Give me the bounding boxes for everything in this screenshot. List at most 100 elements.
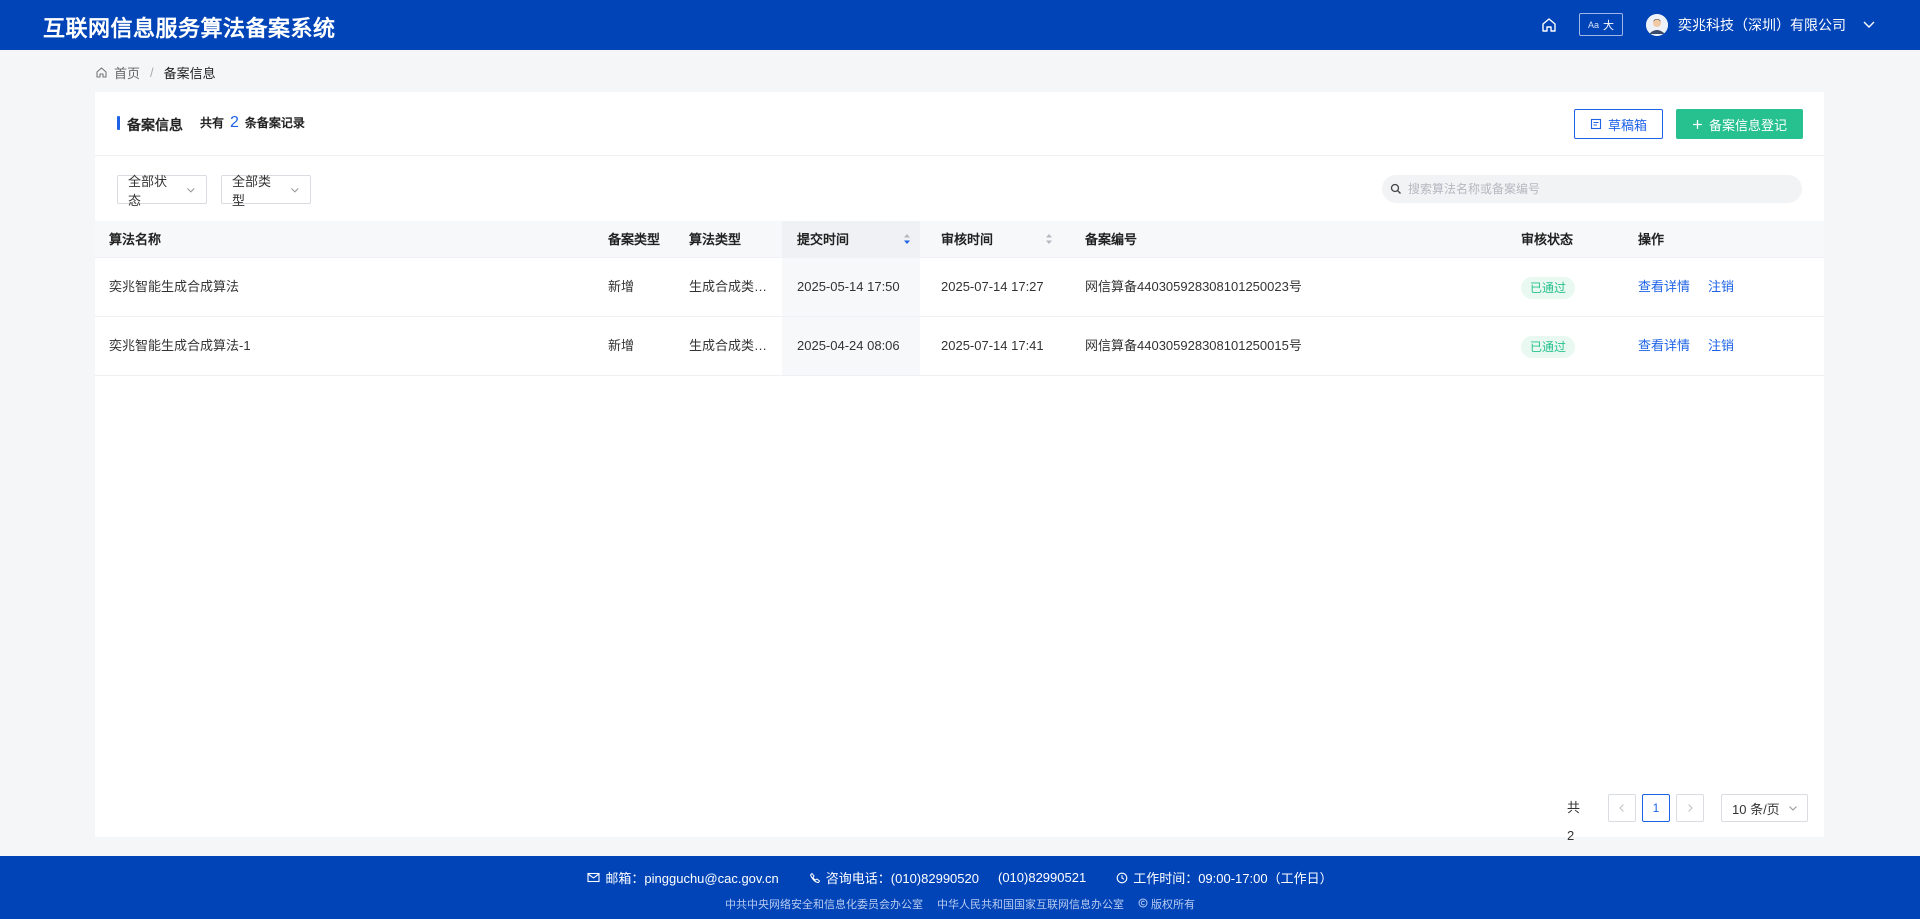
home-icon[interactable]: [1540, 16, 1558, 34]
cancel-filing-link[interactable]: 注销: [1708, 338, 1734, 353]
pagination-total: 共2条: [1567, 800, 1581, 871]
drafts-label: 草稿箱: [1607, 117, 1647, 133]
cell-filing-no: 网信算备440305928308101250023号: [1085, 279, 1302, 294]
view-details-link[interactable]: 查看详情: [1638, 279, 1690, 294]
chevron-down-icon: [187, 187, 195, 193]
count-prefix: 共有: [200, 116, 225, 130]
sort-icon[interactable]: [903, 233, 911, 245]
footer-phone: 咨询电话：(010)82990520 (010)82990521: [809, 868, 1086, 887]
column-filing-no: 备案编号: [1085, 232, 1138, 247]
next-page-button[interactable]: [1676, 794, 1704, 822]
footer-hours: 工作时间：09:00-17:00（工作日）: [1116, 868, 1333, 887]
title-accent-bar: [117, 116, 120, 130]
font-toggle-small: Aa: [1587, 19, 1599, 30]
chevron-down-icon: [291, 187, 299, 193]
table-row: 奕兆智能生成合成算法 新增 生成合成类… 2025-05-14 17:50 20…: [95, 258, 1824, 317]
page-size-value: 10 条/页: [1732, 801, 1780, 817]
view-details-link[interactable]: 查看详情: [1638, 338, 1690, 353]
count-number: 2: [230, 114, 239, 131]
plus-icon: [1692, 119, 1702, 129]
column-filing-type: 备案类型: [608, 232, 661, 247]
avatar[interactable]: [1646, 14, 1668, 36]
cancel-filing-link[interactable]: 注销: [1708, 279, 1734, 294]
cell-review-time: 2025-07-14 17:41: [941, 338, 1044, 353]
count-suffix: 条备案记录: [244, 116, 305, 130]
status-badge: 已通过: [1521, 335, 1576, 358]
drafts-button[interactable]: 草稿箱: [1574, 109, 1663, 139]
status-cell: 已通过: [1521, 258, 1576, 316]
footer-org-2: 中华人民共和国国家互联网信息办公室: [936, 899, 1124, 911]
footer: 邮箱：pingguchu@cac.gov.cn 咨询电话：(010)829905…: [0, 856, 1920, 919]
records-table: 算法名称 备案类型 算法类型 提交时间 审核时间 备案编号 审核状态 操作 奕兆…: [95, 221, 1824, 376]
breadcrumb-home[interactable]: 首页: [114, 63, 140, 82]
home-icon: [96, 67, 107, 78]
breadcrumb: 首页 / 备案信息: [95, 63, 216, 82]
chevron-down-icon: [1788, 806, 1797, 811]
status-filter-value: 全部状态: [128, 173, 168, 208]
actions-cell: 查看详情 注销: [1638, 258, 1752, 316]
phone-icon: [809, 872, 820, 883]
column-submit-time-label: 提交时间: [797, 232, 850, 247]
footer-copyright: 版权所有: [1138, 896, 1195, 912]
register-label: 备案信息登记: [1708, 117, 1787, 133]
cell-name: 奕兆智能生成合成算法-1: [109, 338, 251, 353]
page-size-select[interactable]: 10 条/页: [1721, 794, 1808, 822]
search-icon: [1390, 183, 1401, 194]
footer-hours-text: 工作时间：09:00-17:00（工作日）: [1133, 871, 1333, 886]
records-card: 备案信息 共有 2 条备案记录 草稿箱 备案信息登记 全部状态 全部类型 算法名…: [95, 92, 1824, 871]
column-submit-time[interactable]: 提交时间: [782, 221, 920, 258]
status-badge: 已通过: [1521, 276, 1576, 299]
footer-phone-text: 咨询电话：(010)82990520: [825, 871, 979, 886]
clock-icon: [1116, 872, 1128, 883]
breadcrumb-current: 备案信息: [163, 66, 216, 81]
chevron-left-icon: [1619, 804, 1624, 812]
page-title: 备案信息: [127, 117, 183, 133]
status-filter-select[interactable]: 全部状态: [117, 174, 207, 208]
type-filter-select[interactable]: 全部类型: [221, 174, 311, 208]
font-toggle-large: 大: [1603, 19, 1614, 32]
table-row: 奕兆智能生成合成算法-1 新增 生成合成类… 2025-04-24 08:06 …: [95, 317, 1824, 376]
status-cell: 已通过: [1521, 317, 1576, 375]
column-review-time-label: 审核时间: [941, 232, 994, 247]
cell-filing-type: 新增: [608, 279, 635, 294]
chevron-right-icon: [1688, 804, 1693, 812]
column-algo-type: 算法类型: [689, 232, 742, 247]
cell-algo-type: 生成合成类…: [689, 338, 768, 353]
table-header: 算法名称 备案类型 算法类型 提交时间 审核时间 备案编号 审核状态 操作: [95, 221, 1824, 258]
chevron-down-icon[interactable]: [1862, 17, 1876, 31]
cell-submit-time: 2025-05-14 17:50: [782, 258, 920, 316]
cell-algo-type: 生成合成类…: [689, 279, 768, 294]
column-actions: 操作: [1638, 232, 1665, 247]
sort-icon[interactable]: [1045, 233, 1053, 245]
actions-cell: 查看详情 注销: [1638, 317, 1752, 375]
search-input[interactable]: [1408, 182, 1788, 196]
breadcrumb-separator: /: [150, 65, 154, 80]
mail-icon: [587, 872, 600, 883]
cell-filing-no: 网信算备440305928308101250015号: [1085, 338, 1302, 353]
user-name[interactable]: 奕兆科技（深圳）有限公司: [1678, 15, 1846, 35]
footer-orgs: 中共中央网络安全和信息化委员会办公室 中华人民共和国国家互联网信息办公室 版权所…: [0, 896, 1920, 912]
register-filing-button[interactable]: 备案信息登记: [1676, 109, 1803, 139]
card-header: 备案信息 共有 2 条备案记录 草稿箱 备案信息登记: [95, 92, 1824, 156]
footer-phone2-text: (010)82990521: [997, 870, 1087, 885]
draft-icon: [1590, 118, 1602, 130]
app-title: 互联网信息服务算法备案系统: [43, 16, 336, 41]
cell-review-time: 2025-07-14 17:27: [941, 279, 1044, 294]
column-status: 审核状态: [1521, 232, 1574, 247]
column-review-time[interactable]: 审核时间: [941, 221, 993, 258]
footer-contact: 邮箱：pingguchu@cac.gov.cn 咨询电话：(010)829905…: [0, 868, 1920, 887]
footer-copyright-text: 版权所有: [1151, 899, 1196, 911]
prev-page-button[interactable]: [1608, 794, 1636, 822]
footer-email: 邮箱：pingguchu@cac.gov.cn: [587, 868, 779, 887]
page-number-button[interactable]: 1: [1642, 794, 1670, 822]
column-name: 算法名称: [109, 232, 162, 247]
footer-email-text: 邮箱：pingguchu@cac.gov.cn: [605, 871, 779, 886]
record-count: 共有 2 条备案记录: [200, 114, 305, 132]
cell-filing-type: 新增: [608, 338, 635, 353]
type-filter-value: 全部类型: [232, 173, 272, 208]
top-bar: 互联网信息服务算法备案系统 Aa 大 奕兆科技（深圳）有限公司: [0, 0, 1920, 50]
search-box: [1382, 175, 1802, 203]
copyright-icon: [1138, 898, 1148, 908]
font-size-toggle[interactable]: Aa 大: [1579, 13, 1623, 36]
cell-name: 奕兆智能生成合成算法: [109, 279, 240, 294]
